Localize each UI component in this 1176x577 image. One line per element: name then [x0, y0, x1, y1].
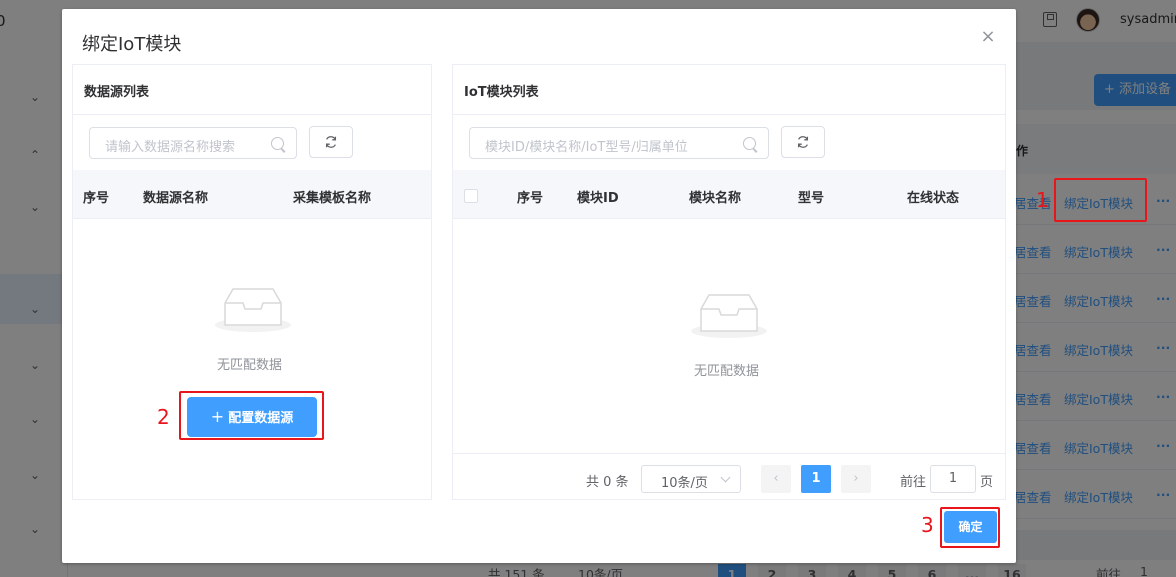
goto-page-input[interactable]: 1 — [930, 465, 976, 493]
page-suffix: 页 — [980, 475, 994, 490]
chevron-right-icon[interactable]: › — [841, 465, 871, 493]
refresh-icon — [325, 136, 337, 148]
pagination-total: 共 0 条 — [586, 475, 629, 490]
divider — [73, 114, 431, 115]
data-source-search-input[interactable]: 请输入数据源名称搜索 — [89, 127, 297, 159]
close-icon[interactable]: × — [980, 28, 996, 46]
iot-module-search-input[interactable]: 模块ID/模块名称/IoT型号/归属单位 — [469, 127, 769, 159]
page-size-value: 10条/页 — [661, 476, 708, 491]
column-header: 采集模板名称 — [293, 191, 372, 206]
iot-module-table-header: 序号 模块ID 模块名称 型号 在线状态 — [453, 170, 1005, 219]
refresh-button[interactable] — [309, 126, 353, 158]
page-button-current[interactable]: 1 — [801, 465, 831, 493]
goto-label: 前往 — [900, 475, 927, 490]
empty-box-icon — [691, 294, 767, 338]
data-source-panel-title: 数据源列表 — [84, 85, 150, 100]
column-header: 序号 — [517, 191, 544, 206]
empty-box-icon — [215, 288, 291, 332]
refresh-button[interactable] — [781, 126, 825, 158]
column-header: 型号 — [798, 191, 825, 206]
annotation-box — [179, 391, 324, 440]
column-header: 模块名称 — [689, 191, 742, 206]
empty-text: 无匹配数据 — [217, 358, 283, 373]
dialog-title: 绑定IoT模块 — [82, 34, 182, 55]
search-icon[interactable] — [271, 137, 284, 150]
iot-module-panel-title: IoT模块列表 — [464, 85, 539, 100]
data-source-table-header: 序号 数据源名称 采集模板名称 — [73, 170, 431, 219]
chevron-left-icon[interactable]: ‹ — [761, 465, 791, 493]
search-icon[interactable] — [743, 137, 756, 150]
column-header: 数据源名称 — [143, 191, 209, 206]
bind-iot-dialog: 绑定IoT模块 × 数据源列表 请输入数据源名称搜索 序号 数据源名称 采集模板… — [62, 9, 1016, 563]
annotation-box — [1054, 178, 1147, 222]
select-all-checkbox[interactable] — [464, 189, 478, 203]
annotation-number: 2 — [157, 405, 170, 429]
refresh-icon — [797, 136, 809, 148]
chevron-down-icon — [720, 472, 731, 483]
empty-text: 无匹配数据 — [694, 364, 760, 379]
search-placeholder: 模块ID/模块名称/IoT型号/归属单位 — [485, 140, 688, 155]
page-size-select[interactable]: 10条/页 — [641, 465, 741, 493]
iot-module-panel: IoT模块列表 模块ID/模块名称/IoT型号/归属单位 序号 模块ID 模块名… — [452, 64, 1006, 500]
annotation-box — [940, 507, 1000, 548]
divider — [453, 114, 1005, 115]
column-header: 序号 — [83, 191, 110, 206]
iot-module-pagination: 共 0 条 10条/页 ‹ 1 › 前往 1 页 — [453, 453, 1005, 500]
annotation-number: 3 — [921, 513, 934, 537]
search-placeholder: 请输入数据源名称搜索 — [105, 140, 236, 155]
annotation-number: 1 — [1036, 188, 1049, 212]
column-header: 模块ID — [577, 191, 619, 206]
column-header: 在线状态 — [907, 191, 960, 206]
